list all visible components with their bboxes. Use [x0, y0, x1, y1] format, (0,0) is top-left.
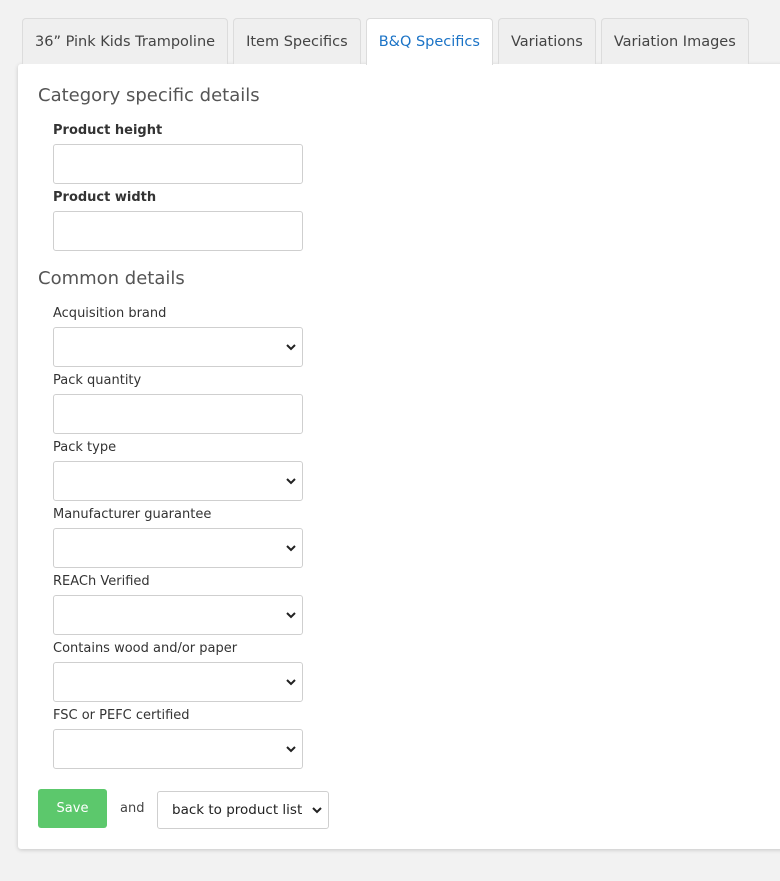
tab-item-specifics[interactable]: Item Specifics: [233, 18, 361, 64]
tab-product-title[interactable]: 36” Pink Kids Trampoline: [22, 18, 229, 64]
manufacturer-guarantee-label: Manufacturer guarantee: [53, 507, 212, 522]
and-text: and: [120, 801, 145, 816]
product-width-label: Product width: [53, 190, 157, 205]
chevron-down-icon: [286, 746, 296, 753]
reach-verified-label: REACh Verified: [53, 574, 150, 589]
after-save-selected-value: back to product list: [172, 802, 303, 818]
pack-type-select[interactable]: [53, 461, 303, 501]
bq-specifics-panel: Category specific details Product height…: [18, 64, 780, 849]
chevron-down-icon: [286, 545, 296, 552]
after-save-select[interactable]: back to product list: [157, 791, 329, 829]
chevron-down-icon: [312, 807, 322, 814]
product-height-label: Product height: [53, 123, 163, 138]
acquisition-brand-select[interactable]: [53, 327, 303, 367]
chevron-down-icon: [286, 679, 296, 686]
fsc-pefc-select[interactable]: [53, 729, 303, 769]
chevron-down-icon: [286, 344, 296, 351]
tab-bq-specifics[interactable]: B&Q Specifics: [365, 18, 493, 65]
common-section-title: Common details: [38, 268, 185, 289]
category-section-title: Category specific details: [38, 85, 260, 106]
product-height-input[interactable]: [53, 144, 303, 184]
acquisition-brand-label: Acquisition brand: [53, 306, 167, 321]
fsc-pefc-label: FSC or PEFC certified: [53, 708, 190, 723]
reach-verified-select[interactable]: [53, 595, 303, 635]
tab-bar: 36” Pink Kids Trampoline Item Specifics …: [22, 18, 749, 65]
chevron-down-icon: [286, 612, 296, 619]
contains-wood-label: Contains wood and/or paper: [53, 641, 238, 656]
chevron-down-icon: [286, 478, 296, 485]
pack-quantity-label: Pack quantity: [53, 373, 142, 388]
product-width-input[interactable]: [53, 211, 303, 251]
pack-type-label: Pack type: [53, 440, 117, 455]
save-button[interactable]: Save: [38, 789, 107, 828]
pack-quantity-input[interactable]: [53, 394, 303, 434]
tab-variations[interactable]: Variations: [497, 18, 596, 64]
contains-wood-select[interactable]: [53, 662, 303, 702]
tab-variation-images[interactable]: Variation Images: [600, 18, 749, 64]
manufacturer-guarantee-select[interactable]: [53, 528, 303, 568]
